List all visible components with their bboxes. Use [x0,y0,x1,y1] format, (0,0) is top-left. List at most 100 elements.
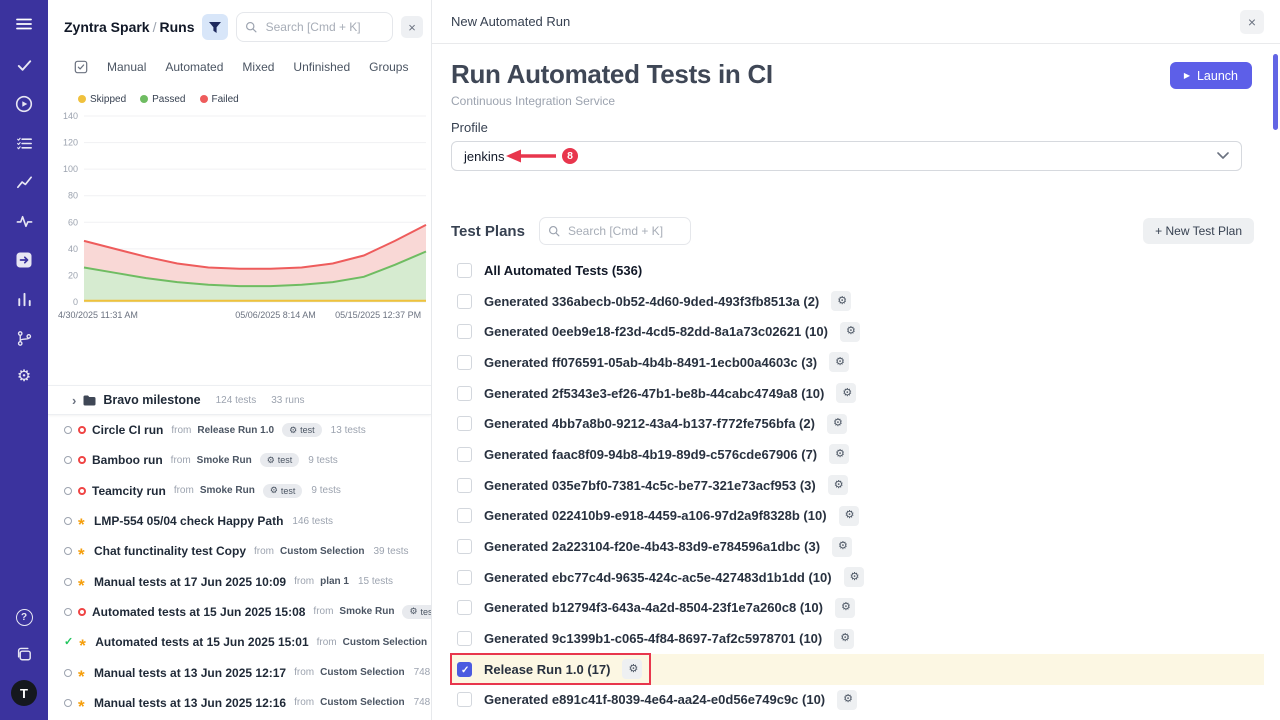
runs-search-input[interactable] [264,19,384,35]
plan-checkbox[interactable] [457,447,472,462]
run-type-icon [74,60,88,74]
test-plans-list: All Automated Tests (536) Generated 336a… [451,255,1264,715]
badge-label: test [281,486,296,496]
test-plan-row[interactable]: Generated 4bb7a8b0-9212-43a4-b137-f772fe… [451,408,1264,439]
test-plan-row[interactable]: Release Run 1.0 (17) ⚙ [451,654,1264,685]
plan-checkbox[interactable] [457,324,472,339]
plan-checkbox[interactable] [457,570,472,585]
test-plan-row[interactable]: All Automated Tests (536) [451,255,1264,286]
run-row[interactable]: ✓ * Manual tests at 13 Jun 2025 12:16 fr… [48,688,431,718]
app-logo[interactable]: T [11,680,37,706]
run-from-source: Custom Selection [280,546,364,557]
plan-checkbox[interactable] [457,600,472,615]
plan-settings-button[interactable]: ⚙ [828,475,848,495]
profile-select[interactable]: jenkins 8 [451,141,1242,171]
close-panel-button[interactable]: × [401,16,423,38]
menu-icon[interactable] [14,14,34,34]
milestone-row[interactable]: › Bravo milestone 124 tests 33 runs [48,385,431,415]
plans-search-input[interactable] [566,223,682,239]
branches-icon[interactable] [13,327,35,349]
import-icon[interactable] [13,249,35,271]
filter-button[interactable] [202,14,228,40]
run-row[interactable]: ✓ * Automated tests at 15 Jun 2025 15:08… [48,597,431,627]
chevron-right-icon[interactable]: › [72,393,76,408]
run-row[interactable]: ✓ * Chat functinality test Copy from Cus… [48,536,431,566]
plan-checkbox[interactable] [457,355,472,370]
scrollbar-thumb[interactable] [1273,54,1278,130]
plan-settings-button[interactable]: ⚙ [829,444,849,464]
run-row[interactable]: ✓ * Automated tests at 15 Jun 2025 15:01… [48,627,431,657]
test-plan-row[interactable]: Generated 9c1399b1-c065-4f84-8697-7af2c5… [451,623,1264,654]
tab-groups[interactable]: Groups [369,60,408,74]
plan-settings-button[interactable]: ⚙ [622,659,642,679]
check-icon: ✓ [64,637,73,648]
plan-settings-button[interactable]: ⚙ [836,383,856,403]
analytics-icon[interactable] [13,171,35,193]
help-icon[interactable]: ? [13,606,35,628]
runs-search [236,12,393,42]
settings-gear-icon[interactable]: ⚙ [13,366,35,388]
test-plan-row[interactable]: Generated ff076591-05ab-4b4b-8491-1ecb00… [451,347,1264,378]
plan-checkbox[interactable] [457,662,472,677]
test-badge: ⚙ test [402,605,431,619]
runs-tabs: Manual Automated Mixed Unfinished Groups [48,52,431,84]
plan-settings-button[interactable]: ⚙ [839,506,859,526]
test-plan-row[interactable]: Generated b12794f3-643a-4a2d-8504-23f1e7… [451,593,1264,624]
plan-checkbox[interactable] [457,539,472,554]
launch-button[interactable]: ▶ Launch [1170,62,1252,89]
plan-settings-button[interactable]: ⚙ [840,322,860,342]
new-test-plan-button[interactable]: + New Test Plan [1143,218,1254,244]
test-plan-row[interactable]: Generated faac8f09-94b8-4b19-89d9-c576cd… [451,439,1264,470]
run-row[interactable]: ✓ * LMP-554 05/04 check Happy Path 146 t… [48,506,431,536]
plan-checkbox[interactable] [457,263,472,278]
runs-icon[interactable] [13,93,35,115]
tab-unfinished[interactable]: Unfinished [293,60,350,74]
tab-mixed[interactable]: Mixed [242,60,274,74]
run-from-source: Release Run 1.0 [197,425,274,436]
checks-icon[interactable] [13,54,35,76]
failed-run-icon [78,426,86,434]
run-row[interactable]: ✓ * Manual tests at 17 Jun 2025 10:09 fr… [48,566,431,596]
test-list-icon[interactable] [13,132,35,154]
run-row[interactable]: ✓ * Teamcity run from Smoke Run ⚙ test 9… [48,476,431,506]
test-plan-row[interactable]: Generated 336abecb-0b52-4d60-9ded-493f3f… [451,286,1264,317]
plan-checkbox[interactable] [457,508,472,523]
clock-icon [64,578,72,586]
run-row[interactable]: ✓ * Bamboo run from Smoke Run ⚙ test 9 t… [48,445,431,475]
breadcrumb-project[interactable]: Zyntra Spark [64,19,150,35]
plan-checkbox[interactable] [457,692,472,707]
reports-icon[interactable] [13,288,35,310]
plan-settings-button[interactable]: ⚙ [827,414,847,434]
test-plan-row[interactable]: Generated 0eeb9e18-f23d-4cd5-82dd-8a1a73… [451,316,1264,347]
plan-settings-button[interactable]: ⚙ [831,291,851,311]
run-from-label: from [254,546,274,557]
pulse-icon[interactable] [13,210,35,232]
test-plan-row[interactable]: Generated 022410b9-e918-4459-a106-97d2a9… [451,501,1264,532]
run-row[interactable]: ✓ * Manual tests at 13 Jun 2025 12:17 fr… [48,657,431,687]
run-tests-count: 9 tests [311,485,340,496]
annotation-arrow: 8 [504,147,578,165]
plan-settings-button[interactable]: ⚙ [844,567,864,587]
test-plan-row[interactable]: Generated 035e7bf0-7381-4c5c-be77-321e73… [451,470,1264,501]
plan-label: Generated 4bb7a8b0-9212-43a4-b137-f772fe… [484,416,815,431]
close-dialog-button[interactable]: × [1240,10,1264,34]
test-plan-row[interactable]: Generated 2f5343e3-ef26-47b1-be8b-44cabc… [451,378,1264,409]
plan-settings-button[interactable]: ⚙ [829,352,849,372]
plan-checkbox[interactable] [457,478,472,493]
plan-label: Generated b12794f3-643a-4a2d-8504-23f1e7… [484,600,823,615]
run-row[interactable]: ✓ * Circle CI run from Release Run 1.0 ⚙… [48,415,431,445]
plan-settings-button[interactable]: ⚙ [835,598,855,618]
plan-settings-button[interactable]: ⚙ [832,537,852,557]
plan-checkbox[interactable] [457,386,472,401]
tab-manual[interactable]: Manual [107,60,146,74]
plan-settings-button[interactable]: ⚙ [834,629,854,649]
plan-checkbox[interactable] [457,294,472,309]
test-plan-row[interactable]: Generated e891c41f-8039-4e64-aa24-e0d56e… [451,685,1264,716]
projects-icon[interactable] [13,643,35,665]
plan-checkbox[interactable] [457,631,472,646]
tab-automated[interactable]: Automated [165,60,223,74]
plan-settings-button[interactable]: ⚙ [837,690,857,710]
test-plan-row[interactable]: Generated 2a223104-f20e-4b43-83d9-e78459… [451,531,1264,562]
plan-checkbox[interactable] [457,416,472,431]
test-plan-row[interactable]: Generated ebc77c4d-9635-424c-ac5e-427483… [451,562,1264,593]
